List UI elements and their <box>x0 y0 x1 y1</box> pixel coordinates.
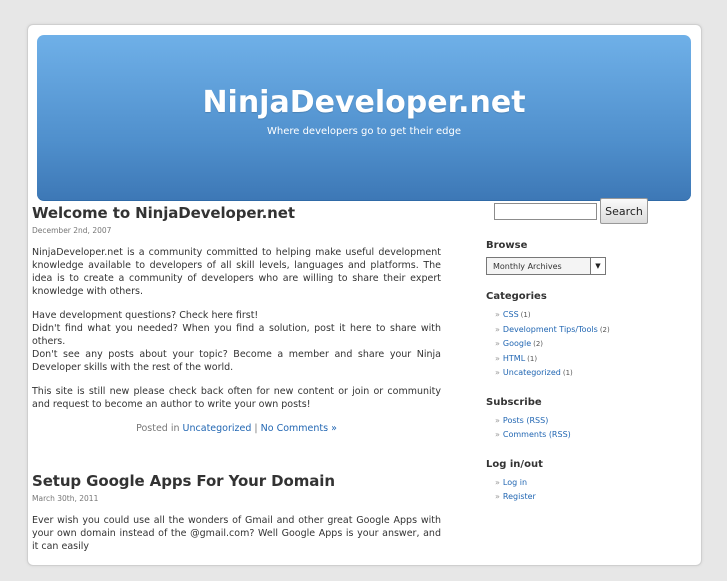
post-category-link[interactable]: Uncategorized <box>183 423 252 434</box>
list-item: » CSS (1) <box>495 308 656 323</box>
post-paragraph: Have development questions? Check here f… <box>32 309 441 374</box>
list-item: » Uncategorized (1) <box>495 366 656 381</box>
browse-widget: Browse Monthly Archives ▼ <box>486 240 656 275</box>
login-list: » Log in » Register <box>486 476 656 505</box>
login-widget: Log in/out » Log in » Register <box>486 459 656 505</box>
meta-separator: | <box>254 423 258 434</box>
site-description: Where developers go to get their edge <box>266 126 461 137</box>
post-title-link[interactable]: Setup Google Apps For Your Domain <box>32 472 441 490</box>
list-item: » HTML (1) <box>495 352 656 367</box>
category-count: (2) <box>599 325 610 334</box>
widget-heading: Log in/out <box>486 458 543 470</box>
widget-heading: Categories <box>486 291 547 302</box>
bullet-icon: » <box>495 415 500 425</box>
post-meta-prefix: Posted in <box>136 423 180 434</box>
widget-heading: Subscribe <box>486 396 542 408</box>
select-value: Monthly Archives <box>493 261 562 271</box>
post-date: March 30th, 2011 <box>32 494 99 503</box>
subscribe-list: » Posts (RSS) » Comments (RSS) <box>486 414 656 443</box>
post-paragraph: NinjaDeveloper.net is a community commit… <box>32 247 441 297</box>
category-count: (2) <box>533 340 544 348</box>
category-link[interactable]: Google <box>503 339 531 348</box>
post-paragraph: Ever wish you could use all the wonders … <box>32 515 441 552</box>
bullet-icon: » <box>495 430 500 439</box>
category-link[interactable]: CSS <box>503 310 519 319</box>
post-paragraph: This site is still new please check back… <box>32 386 441 410</box>
list-item: » Posts (RSS) <box>495 414 656 429</box>
main-content: Welcome to NinjaDeveloper.net December 2… <box>32 204 441 581</box>
post-line: Didn't find what you needed? When you fi… <box>32 323 441 347</box>
archives-select[interactable]: Monthly Archives ▼ <box>486 257 606 275</box>
site-title-link[interactable]: NinjaDeveloper.net <box>37 85 691 120</box>
bullet-icon: » <box>495 477 500 487</box>
list-item: » Register <box>495 490 656 505</box>
chevron-down-icon[interactable]: ▼ <box>590 258 605 274</box>
search-form: Search <box>486 198 656 224</box>
post-body: NinjaDeveloper.net is a community commit… <box>32 246 441 411</box>
list-item: » Comments (RSS) <box>495 428 656 443</box>
bullet-icon: » <box>495 353 500 363</box>
posts-rss-link[interactable]: Posts (RSS) <box>503 416 548 425</box>
category-count: (1) <box>527 354 538 363</box>
post-meta: Posted in Uncategorized | No Comments » <box>32 423 441 434</box>
site-header: NinjaDeveloper.net Where developers go t… <box>37 35 691 201</box>
list-item: » Google (2) <box>495 337 656 352</box>
bullet-icon: » <box>495 368 500 377</box>
bullet-icon: » <box>495 492 500 501</box>
post-date: December 2nd, 2007 <box>32 226 112 235</box>
category-link[interactable]: Development Tips/Tools <box>503 325 598 334</box>
bullet-icon: » <box>495 339 500 348</box>
post: Setup Google Apps For Your Domain March … <box>32 472 441 553</box>
category-link[interactable]: Uncategorized <box>503 368 561 377</box>
category-link[interactable]: HTML <box>503 354 525 363</box>
list-item: » Development Tips/Tools (2) <box>495 323 656 338</box>
bullet-icon: » <box>495 324 500 334</box>
categories-widget: Categories » CSS (1) » Development Tips/Too… <box>486 291 656 381</box>
post-line: Don't see any posts about your topic? Be… <box>32 349 441 373</box>
post-body: Ever wish you could use all the wonders … <box>32 514 441 553</box>
widget-heading: Browse <box>486 240 528 251</box>
search-input[interactable] <box>494 202 597 220</box>
register-link[interactable]: Register <box>503 492 536 501</box>
search-button[interactable]: Search <box>600 198 648 224</box>
category-count: (1) <box>562 369 573 377</box>
post-comments-link[interactable]: No Comments » <box>261 423 337 434</box>
post-line: Have development questions? Check here f… <box>32 310 259 321</box>
comments-rss-link[interactable]: Comments (RSS) <box>503 430 571 439</box>
login-link[interactable]: Log in <box>503 478 527 487</box>
list-item: » Log in <box>495 476 656 491</box>
categories-list: » CSS (1) » Development Tips/Tools (2) » Goog… <box>486 308 656 381</box>
subscribe-widget: Subscribe » Posts (RSS) » Comments (RSS) <box>486 397 656 443</box>
sidebar: Search Browse Monthly Archives ▼ Categor… <box>486 198 656 505</box>
category-count: (1) <box>520 311 531 319</box>
post: Welcome to NinjaDeveloper.net December 2… <box>32 204 441 434</box>
bullet-icon: » <box>495 310 500 319</box>
post-title-link[interactable]: Welcome to NinjaDeveloper.net <box>32 204 441 222</box>
